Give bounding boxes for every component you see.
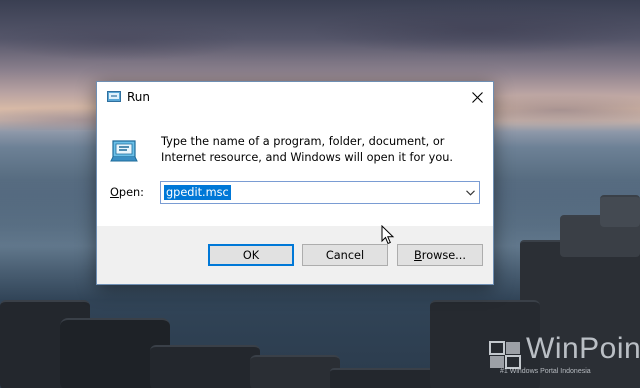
watermark-brand: WinPoin: [526, 332, 640, 365]
winpoin-logo-icon: [489, 341, 521, 369]
open-label: Open:: [110, 186, 144, 199]
browse-button[interactable]: Browse...: [397, 244, 483, 266]
chevron-down-icon: [465, 189, 475, 196]
run-dialog: Run Type the name of a program, folder, …: [96, 81, 494, 285]
dialog-description: Type the name of a program, folder, docu…: [161, 135, 454, 164]
dropdown-button[interactable]: [461, 182, 479, 203]
title-bar[interactable]: Run: [97, 82, 493, 112]
browse-accesskey: B: [414, 248, 422, 262]
open-label-text: pen:: [118, 186, 144, 199]
open-label-accesskey: O: [110, 186, 119, 199]
browse-label: rowse...: [421, 248, 466, 262]
mouse-pointer-icon: [381, 225, 395, 245]
open-input[interactable]: gpedit.msc: [164, 185, 231, 200]
rock: [330, 368, 440, 388]
ok-button[interactable]: OK: [208, 244, 294, 266]
close-button[interactable]: [461, 82, 493, 112]
run-title-icon: [107, 91, 121, 102]
rock: [600, 195, 640, 227]
watermark-tagline: #1 Windows Portal Indonesia: [500, 368, 591, 375]
window-title: Run: [127, 90, 151, 104]
run-icon: [110, 140, 138, 162]
rock: [150, 345, 260, 388]
cancel-button[interactable]: Cancel: [302, 244, 388, 266]
dialog-footer: OK Cancel Browse...: [97, 226, 493, 284]
open-combobox[interactable]: gpedit.msc: [160, 181, 480, 204]
watermark: WinPoin #1 Windows Portal Indonesia: [488, 330, 640, 380]
rock: [250, 355, 340, 388]
close-icon: [471, 91, 483, 103]
